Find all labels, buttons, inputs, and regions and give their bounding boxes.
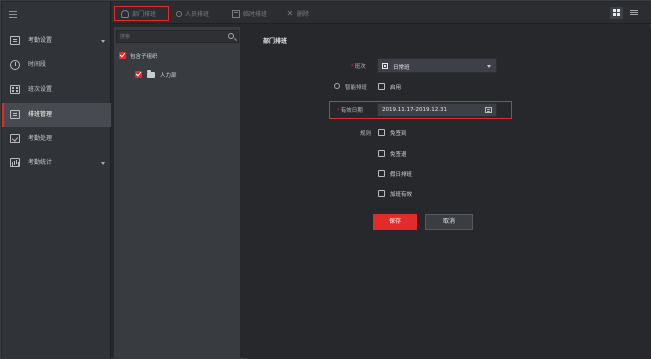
temp-schedule-label: 临时排班 — [243, 11, 268, 18]
valid-date-label: *有效日期 — [337, 108, 363, 114]
required-marker: * — [351, 64, 354, 70]
delete-button[interactable]: ✕ 删除 — [286, 6, 309, 21]
grid-view-icon[interactable] — [610, 7, 623, 19]
rule-checkbox-no-check-in[interactable] — [378, 129, 385, 136]
include-sub-org-option[interactable]: 包含子组织 — [119, 50, 158, 61]
rules-label: 规则 — [360, 131, 372, 137]
sidebar-item-label: 考勤统计 — [28, 159, 53, 166]
include-sub-org-label: 包含子组织 — [130, 53, 158, 60]
smart-schedule-label: 智能排班 — [345, 85, 368, 91]
shift-label: *班次 — [351, 64, 366, 70]
sidebar-item-time-period[interactable]: 时间段 — [2, 53, 111, 77]
menu-icon[interactable] — [9, 9, 21, 19]
dept-checkbox[interactable] — [135, 71, 142, 78]
valid-date-field[interactable]: 2019.11.17-2019.12.31 — [377, 103, 497, 117]
search-input[interactable] — [120, 33, 220, 41]
process-icon — [10, 134, 20, 143]
delete-label: 删除 — [297, 11, 310, 18]
close-icon: ✕ — [286, 8, 294, 18]
schedule-form: 部门排班 *班次 日常班 智能排班 启用 *有效日期 2019.11.17-20… — [247, 27, 651, 359]
rule-checkbox-no-check-out[interactable] — [378, 150, 385, 157]
tree-node-dept[interactable]: 人力部 — [135, 69, 177, 80]
chevron-down-icon — [101, 40, 105, 43]
sidebar-item-label: 排班管理 — [28, 111, 53, 118]
rule-checkbox-overtime-valid[interactable] — [378, 190, 385, 197]
rule-label-no-check-in: 免签到 — [390, 131, 407, 137]
shift-select[interactable]: 日常班 — [377, 58, 497, 73]
shift-value: 日常班 — [393, 65, 410, 71]
sidebar-item-schedule-management[interactable]: 排班管理 — [2, 103, 111, 127]
calendar-icon — [232, 9, 240, 18]
page-title: 部门排班 — [263, 38, 288, 45]
person-schedule-label: 人员排班 — [185, 11, 210, 18]
sidebar: 考勤设置 时间段 班次设置 排班管理 考勤处理 考勤统计 — [2, 2, 111, 359]
rule-label-overtime-valid: 加班有效 — [390, 192, 413, 198]
sidebar-item-label: 班次设置 — [28, 86, 53, 93]
toolbar: 部门排班 人员排班 临时排班 ✕ 删除 — [112, 2, 651, 24]
search-icon[interactable] — [228, 33, 234, 39]
sidebar-item-label: 考勤处理 — [28, 135, 53, 142]
rule-label-no-check-out: 免签退 — [390, 152, 407, 158]
temp-schedule-button[interactable]: 临时排班 — [232, 6, 267, 21]
shift-icon — [382, 63, 388, 69]
user-icon — [176, 10, 182, 17]
clock-icon — [10, 60, 20, 70]
calendar-icon[interactable] — [485, 107, 492, 113]
valid-date-value: 2019.11.17-2019.12.31 — [382, 107, 447, 113]
dept-schedule-label: 部门排班 — [132, 11, 157, 18]
schedule-icon — [10, 110, 20, 119]
users-icon — [121, 9, 129, 18]
settings-icon — [10, 36, 20, 45]
rule-checkbox-holiday-schedule[interactable] — [378, 170, 385, 177]
sidebar-item-label: 时间段 — [28, 61, 47, 68]
sidebar-item-shift-settings[interactable]: 班次设置 — [2, 78, 111, 102]
save-button[interactable]: 保存 — [373, 214, 417, 230]
search-box — [116, 30, 239, 43]
chevron-down-icon — [101, 162, 105, 165]
info-icon — [334, 83, 340, 89]
include-sub-org-checkbox[interactable] — [119, 52, 126, 59]
chevron-down-icon — [487, 65, 491, 68]
shift-icon — [10, 85, 20, 94]
required-marker: * — [337, 108, 340, 114]
rule-label-holiday-schedule: 假日排班 — [390, 172, 413, 178]
org-tree-panel: 包含子组织 人力部 — [114, 27, 240, 359]
sidebar-item-attendance-processing[interactable]: 考勤处理 — [2, 127, 111, 151]
sidebar-item-attendance-settings[interactable]: 考勤设置 — [2, 29, 111, 53]
enable-label: 启用 — [390, 85, 402, 91]
cancel-button[interactable]: 取消 — [425, 214, 473, 230]
folder-icon — [147, 69, 155, 78]
person-schedule-button[interactable]: 人员排班 — [176, 6, 209, 21]
dept-name: 人力部 — [160, 72, 177, 79]
smart-schedule-checkbox[interactable] — [378, 83, 385, 90]
statistics-icon — [10, 158, 20, 167]
dept-schedule-button[interactable]: 部门排班 — [114, 6, 169, 21]
sidebar-item-label: 考勤设置 — [28, 37, 53, 44]
sidebar-item-attendance-statistics[interactable]: 考勤统计 — [2, 151, 111, 175]
list-view-icon[interactable] — [628, 7, 641, 19]
app-window: 考勤设置 时间段 班次设置 排班管理 考勤处理 考勤统计 部门排班 人员排班 临… — [0, 0, 651, 359]
